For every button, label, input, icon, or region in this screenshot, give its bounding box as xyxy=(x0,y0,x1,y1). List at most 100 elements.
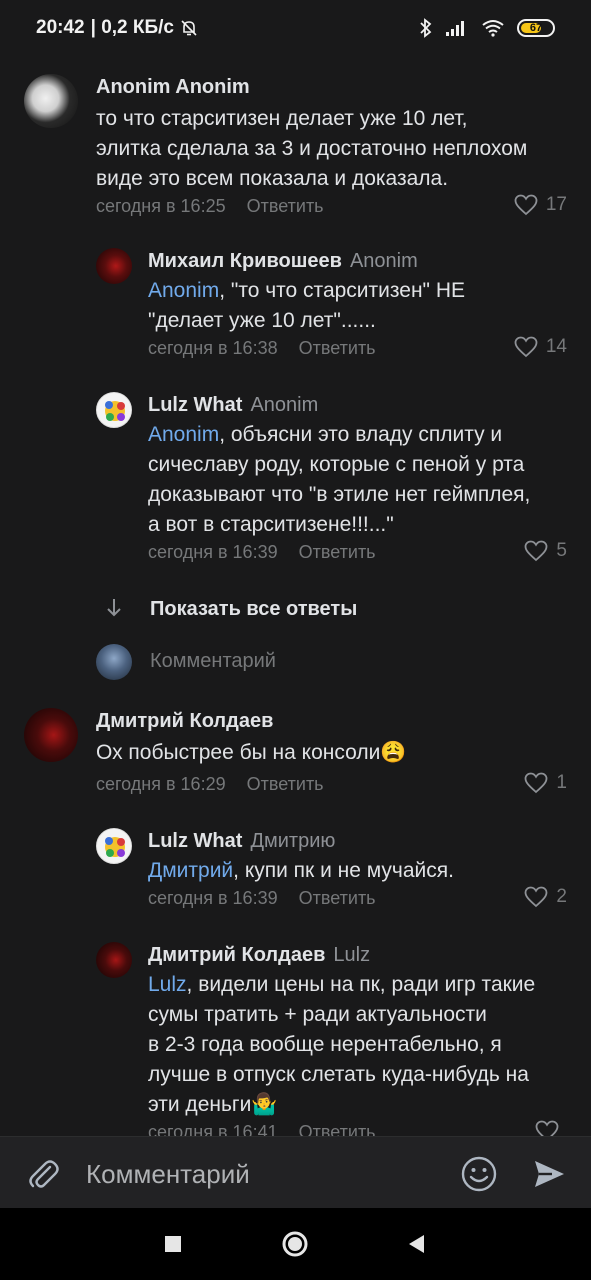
mention-link[interactable]: Дмитрий xyxy=(148,859,233,882)
like-count: 1 xyxy=(556,772,567,793)
like-button[interactable]: 17 xyxy=(514,194,567,216)
comment-line-text: , купи пк и не мучайся. xyxy=(233,859,454,882)
comment-line: Lulz, видели цены на пк, ради игр такие xyxy=(148,970,578,1000)
comment-time: сегодня в 16:25 xyxy=(96,196,226,216)
reply-to[interactable]: Anonim xyxy=(250,394,318,416)
comment-time: сегодня в 16:41 xyxy=(148,1122,278,1136)
like-button[interactable]: 14 xyxy=(514,336,567,358)
comment-text: Anonim, "то что старситизен" НЕ "делает … xyxy=(148,276,578,336)
comment-line-text: , "то что старситизен" НЕ xyxy=(219,279,466,302)
heart-icon xyxy=(514,336,538,358)
comment-line: Anonim, объясни это владу сплиту и xyxy=(148,420,578,450)
reply-to[interactable]: Дмитрию xyxy=(250,830,335,852)
author-name[interactable]: Lulz What xyxy=(148,394,242,416)
reply-button[interactable]: Ответить xyxy=(247,196,324,216)
author-name[interactable]: Anonim Anonim xyxy=(96,76,250,98)
comment-meta: сегодня в 16:38 Ответить xyxy=(148,338,376,359)
avatar[interactable] xyxy=(24,74,78,128)
like-button[interactable]: 1 xyxy=(524,772,567,794)
reply-to[interactable]: Anonim xyxy=(350,250,418,272)
comment-line: Ох побыстрее бы на консоли😩 xyxy=(96,738,576,768)
comment-line-text: , объясни это владу сплиту и xyxy=(219,423,503,446)
mention-link[interactable]: Anonim xyxy=(148,279,219,302)
avatar[interactable] xyxy=(24,708,78,762)
avatar[interactable] xyxy=(96,392,132,428)
reply-button[interactable]: Ответить xyxy=(299,888,376,908)
mention-link[interactable]: Anonim xyxy=(148,423,219,446)
reply-button[interactable]: Ответить xyxy=(299,338,376,358)
comment-line-text: Ох побыстрее бы на консоли xyxy=(96,741,381,764)
home-icon[interactable] xyxy=(279,1228,311,1260)
author-name[interactable]: Дмитрий Колдаев xyxy=(96,710,273,732)
comment-line: Anonim, "то что старситизен" НЕ xyxy=(148,276,578,306)
composer-input[interactable]: Комментарий xyxy=(86,1159,250,1190)
comment-meta: сегодня в 16:25 Ответить xyxy=(96,196,324,217)
like-button[interactable] xyxy=(535,1120,567,1136)
comment-line: лучше в отпуск слетать куда-нибудь на xyxy=(148,1063,529,1086)
like-count: 2 xyxy=(556,886,567,907)
reply-button[interactable]: Ответить xyxy=(247,774,324,794)
show-all-replies-button[interactable]: Показать все ответы xyxy=(0,590,591,630)
battery-level: 67 xyxy=(529,22,543,34)
heart-icon xyxy=(525,886,548,908)
avatar[interactable] xyxy=(96,942,132,978)
avatar-image xyxy=(105,401,125,421)
comment-line: эти деньги🤷‍♂️ xyxy=(148,1090,578,1120)
comment-line: Дмитрий, купи пк и не мучайся. xyxy=(148,856,578,886)
arrow-down-icon xyxy=(107,599,121,617)
avatar[interactable] xyxy=(96,248,132,284)
comment-header: Дмитрий Колдаев xyxy=(96,710,273,733)
heart-icon xyxy=(535,1120,559,1136)
comment-line: "делает уже 10 лет"...... xyxy=(148,309,376,332)
battery-icon: 67 xyxy=(517,19,555,37)
comment-line: то что старситизен делает уже 10 лет, xyxy=(96,107,468,130)
comment-line: элитка сделала за 3 и достаточно неплохо… xyxy=(96,137,528,160)
comment-composer: Комментарий xyxy=(0,1136,591,1208)
status-bar: 20:42 | 0,2 КБ/с 67 xyxy=(0,0,591,56)
emoji-icon[interactable] xyxy=(460,1155,498,1193)
heart-icon xyxy=(525,540,548,562)
reply-button[interactable]: Ответить xyxy=(299,542,376,562)
status-time: 20:42 xyxy=(36,17,85,38)
comment-text: Дмитрий, купи пк и не мучайся. xyxy=(148,856,578,886)
comment-line-text: , видели цены на пк, ради игр такие xyxy=(186,973,536,996)
like-button[interactable]: 2 xyxy=(524,886,567,908)
send-icon[interactable] xyxy=(530,1155,568,1193)
author-name[interactable]: Lulz What xyxy=(148,830,242,852)
shrug-emoji-icon: 🤷‍♂️ xyxy=(251,1093,278,1116)
comment-line: доказывают что "в этиле нет геймплея, xyxy=(148,483,531,506)
back-icon[interactable] xyxy=(400,1228,432,1260)
comment-time: сегодня в 16:39 xyxy=(148,542,278,562)
comment-header: Дмитрий Колдаев Lulz xyxy=(148,944,370,967)
author-name[interactable]: Михаил Кривошеев xyxy=(148,250,342,272)
comment-meta: сегодня в 16:41 Ответить xyxy=(148,1122,376,1136)
like-button[interactable]: 5 xyxy=(524,540,567,562)
comment-time: сегодня в 16:29 xyxy=(96,774,226,794)
mention-link[interactable]: Lulz xyxy=(148,973,187,996)
comment-meta: сегодня в 16:39 Ответить xyxy=(148,542,376,563)
show-all-replies-label: Показать все ответы xyxy=(150,598,358,620)
like-count: 5 xyxy=(556,540,567,561)
comment-line: виде это всем показала и доказала. xyxy=(96,167,449,190)
comment-line: а вот в старситизене!!!..." xyxy=(148,513,394,536)
attach-icon[interactable] xyxy=(24,1155,62,1193)
wifi-icon xyxy=(482,20,504,37)
reply-to[interactable]: Lulz xyxy=(333,944,370,966)
comment-text: Lulz, видели цены на пк, ради игр такие … xyxy=(148,970,578,1120)
comment-line: сичеславу роду, которые с пеной у рта xyxy=(148,453,525,476)
author-name[interactable]: Дмитрий Колдаев xyxy=(148,944,325,966)
comments-feed[interactable]: Anonim Anonim то что старситизен делает … xyxy=(0,56,591,1136)
comment-line: в 2-3 года вообще нерентабельно, я xyxy=(148,1033,502,1056)
avatar[interactable] xyxy=(96,828,132,864)
system-nav-bar xyxy=(0,1208,591,1280)
avatar xyxy=(96,644,132,680)
recent-apps-icon[interactable] xyxy=(157,1228,189,1260)
comment-time: сегодня в 16:38 xyxy=(148,338,278,358)
mute-bell-icon xyxy=(181,20,197,36)
like-count: 14 xyxy=(545,336,567,357)
avatar-image xyxy=(105,837,125,857)
reply-input[interactable]: Комментарий xyxy=(0,640,591,684)
status-right: 67 xyxy=(419,18,555,38)
heart-icon xyxy=(514,194,538,216)
reply-button[interactable]: Ответить xyxy=(299,1122,376,1136)
